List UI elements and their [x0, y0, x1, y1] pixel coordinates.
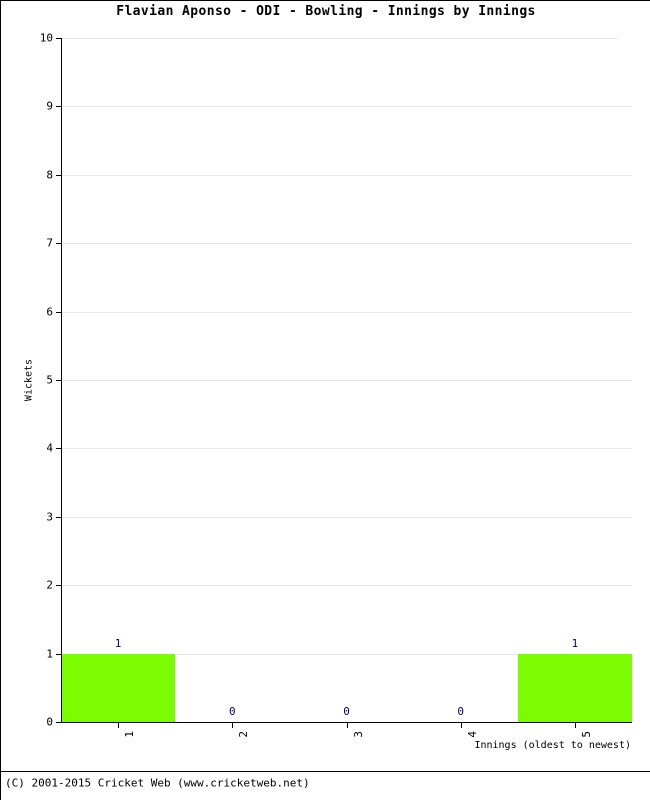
y-axis-tick [56, 243, 61, 245]
footer-divider [1, 771, 650, 772]
y-axis-tick [56, 448, 61, 450]
y-axis-tick-label: 1 [46, 647, 53, 661]
gridline [61, 585, 632, 587]
y-axis-tick-label: 0 [46, 715, 53, 729]
gridline [61, 311, 632, 313]
x-axis-tick-label: 1 [123, 731, 137, 738]
x-axis-tick-label: 3 [351, 731, 365, 738]
y-axis-tick-label: 3 [46, 510, 53, 524]
plot-area [61, 38, 632, 722]
chart-title: Flavian Aponso - ODI - Bowling - Innings… [116, 4, 536, 19]
x-axis-tick [232, 723, 234, 728]
bar-value-label: 0 [343, 705, 350, 718]
x-axis-tick-label: 4 [465, 731, 479, 738]
y-axis-tick-label: 4 [46, 441, 53, 455]
y-axis-title: Wickets [23, 358, 35, 402]
y-axis-tick [56, 174, 61, 176]
y-axis-tick-label: 10 [39, 31, 53, 45]
x-axis-tick [574, 723, 576, 728]
x-axis-tick-label: 5 [579, 731, 593, 738]
y-axis-tick [56, 722, 61, 723]
gridline [61, 174, 632, 176]
y-axis-tick-label: 6 [46, 305, 53, 319]
gridline [61, 516, 632, 518]
y-axis-tick [56, 311, 61, 313]
y-axis-tick [56, 106, 61, 108]
y-axis-tick-label: 7 [46, 236, 53, 250]
y-axis-tick [56, 653, 61, 655]
bar-value-label: 1 [571, 636, 579, 650]
y-axis-line [61, 38, 62, 723]
bar[interactable] [517, 653, 632, 722]
x-axis-tick [460, 723, 462, 728]
bar[interactable] [61, 653, 176, 722]
bar-value-label: 1 [114, 636, 122, 650]
y-axis-tick-label: 8 [46, 168, 53, 182]
gridline [61, 38, 617, 39]
y-axis-tick [56, 585, 61, 587]
footer-copyright: (C) 2001-2015 Cricket Web (www.cricketwe… [5, 776, 310, 790]
gridline [61, 106, 632, 108]
x-axis-tick [346, 723, 348, 728]
y-axis-tick [56, 516, 61, 518]
gridline [61, 380, 632, 381]
bar-value-label: 0 [228, 705, 236, 718]
y-axis-tick [56, 380, 61, 381]
x-axis-tick-label: 2 [237, 731, 251, 738]
y-axis-tick-label: 2 [46, 578, 53, 592]
x-axis-tick [118, 723, 120, 728]
bar-value-label: 0 [457, 705, 464, 718]
chart-canvas: Flavian Aponso - ODI - Bowling - Innings… [0, 0, 650, 800]
gridline [61, 448, 632, 450]
gridline [61, 243, 632, 245]
x-axis-title: Innings (oldest to newest) [474, 740, 631, 751]
y-axis-tick [56, 38, 61, 39]
y-axis-tick-label: 9 [46, 99, 53, 113]
